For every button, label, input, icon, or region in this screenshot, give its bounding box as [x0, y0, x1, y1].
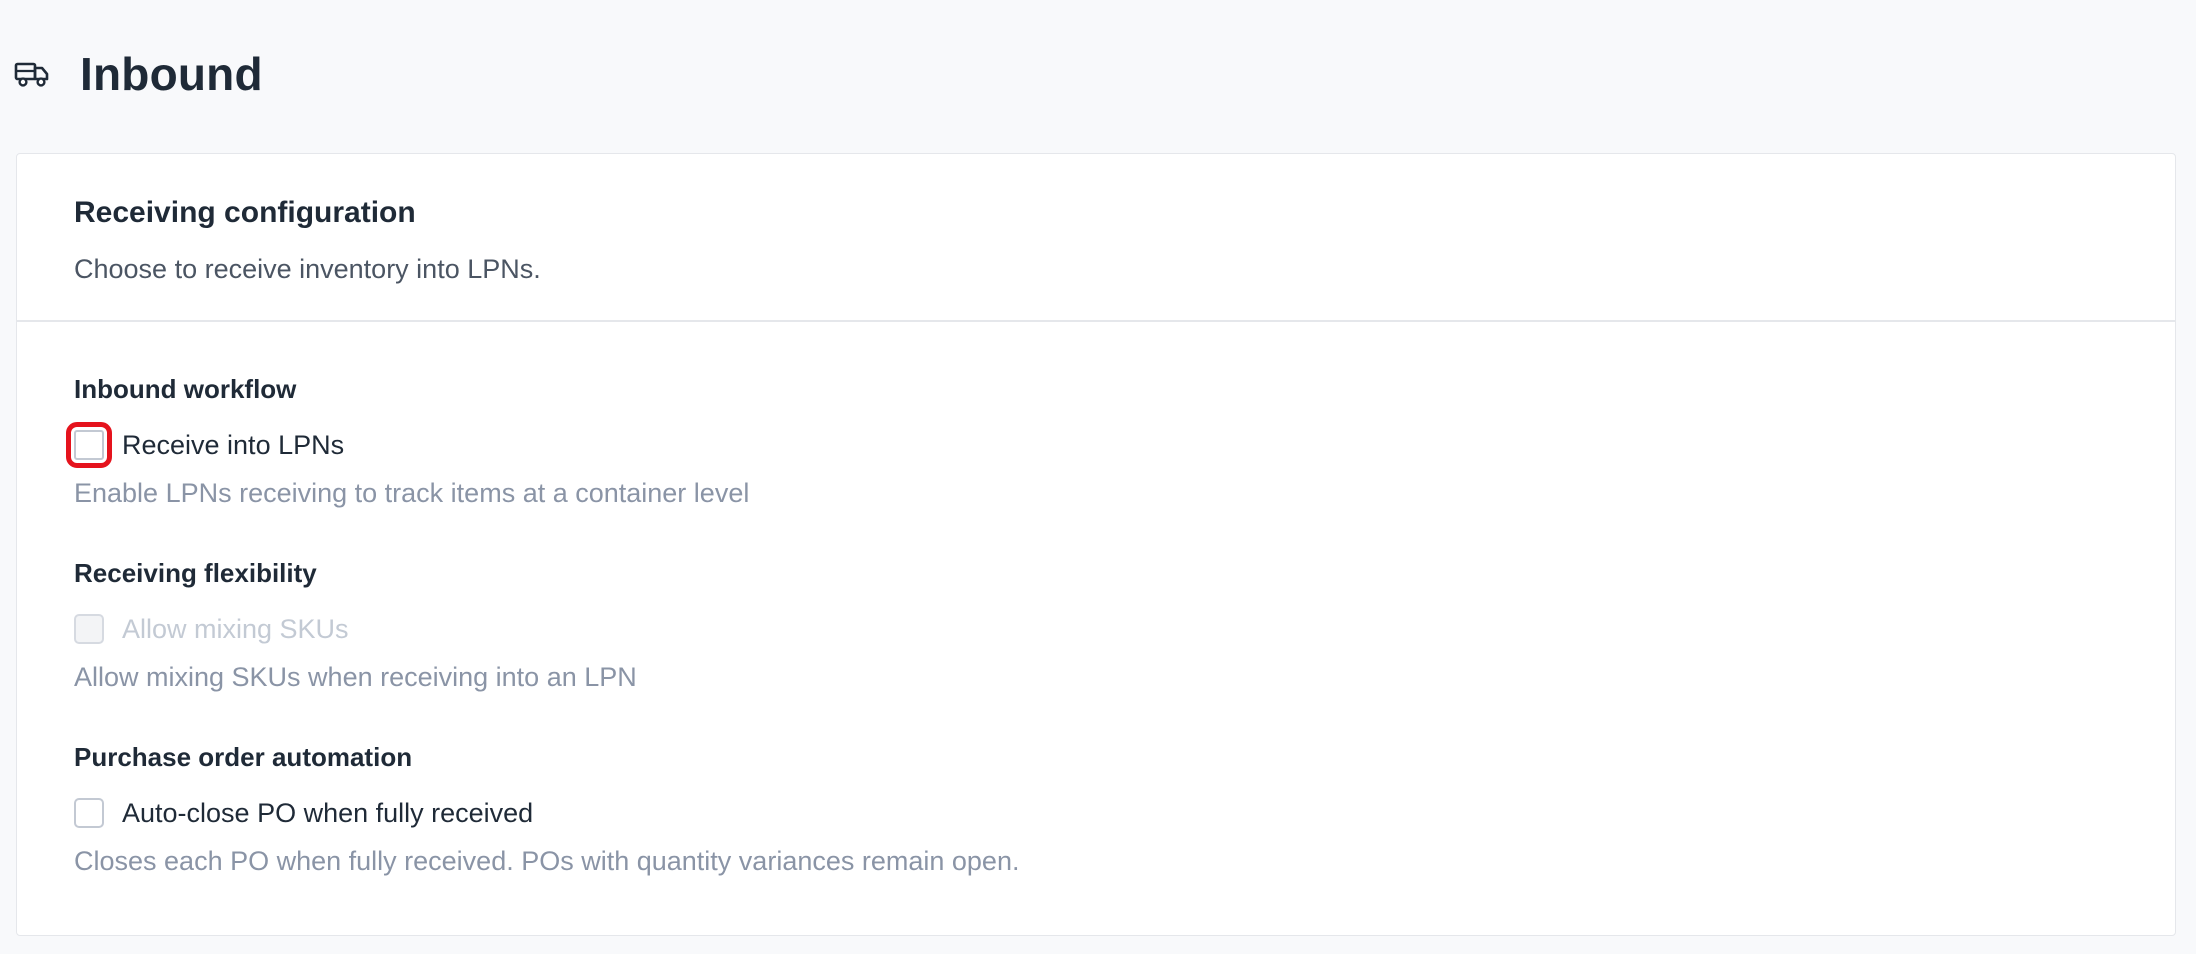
receive-into-lpns-option[interactable]: Receive into LPNs — [66, 422, 749, 468]
truck-icon — [14, 59, 52, 89]
auto-close-po-option[interactable]: Auto-close PO when fully received — [74, 796, 1019, 830]
auto-close-po-checkbox[interactable] — [74, 798, 104, 828]
option-label: Allow mixing SKUs — [122, 613, 349, 644]
allow-mixing-skus-checkbox[interactable] — [74, 614, 104, 644]
option-label: Receive into LPNs — [122, 429, 345, 460]
allow-mixing-skus-option[interactable]: Allow mixing SKUs — [74, 612, 637, 646]
option-description: Enable LPNs receiving to track items at … — [74, 478, 750, 508]
option-description: Allow mixing SKUs when receiving into an… — [74, 662, 637, 692]
section-receiving-flexibility: Receiving flexibility Allow mixing SKUs … — [74, 556, 637, 694]
option-description: Closes each PO when fully received. POs … — [74, 846, 1020, 876]
section-title: Purchase order automation — [74, 742, 413, 772]
card-title: Receiving configuration — [74, 196, 416, 229]
page-header: Inbound — [14, 44, 263, 104]
card-header: Receiving configuration Choose to receiv… — [17, 154, 2175, 322]
card-subtitle: Choose to receive inventory into LPNs. — [74, 254, 541, 284]
receive-into-lpns-checkbox[interactable] — [66, 422, 112, 468]
section-title: Receiving flexibility — [74, 558, 317, 588]
section-purchase-order-automation: Purchase order automation Auto-close PO … — [74, 740, 1019, 878]
section-inbound-workflow: Inbound workflow Receive into LPNs Enabl… — [66, 372, 750, 510]
page-title: Inbound — [80, 48, 263, 100]
option-label: Auto-close PO when fully received — [122, 797, 534, 828]
section-title: Inbound workflow — [74, 374, 297, 404]
receiving-configuration-card: Receiving configuration Choose to receiv… — [16, 153, 2176, 936]
